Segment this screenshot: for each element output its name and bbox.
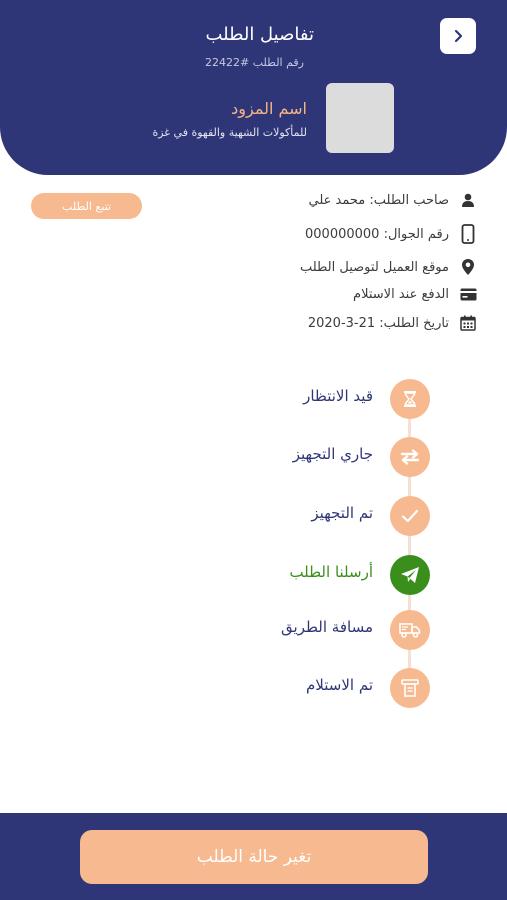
mobile-phone-icon	[459, 224, 477, 244]
order-owner-row: صاحب الطلب: محمد علي	[309, 191, 477, 209]
order-date: تاريخ الطلب: 21-3-2020	[307, 315, 449, 331]
provider-name: اسم المزود	[231, 99, 307, 118]
back-button[interactable]	[440, 18, 476, 54]
step-label: أرسلنا الطلب	[289, 563, 373, 581]
provider-description: للمأكولات الشهية والقهوة في غزة	[152, 126, 307, 139]
step-label: مسافة الطريق	[281, 618, 373, 636]
hourglass-icon	[404, 391, 416, 407]
receipt-icon	[401, 679, 419, 697]
track-order-button[interactable]: تتبع الطلب	[31, 193, 142, 219]
location-row: موقع العميل لتوصيل الطلب	[300, 258, 477, 276]
order-owner: صاحب الطلب: محمد علي	[308, 192, 449, 208]
change-status-button[interactable]: تغير حالة الطلب	[80, 830, 428, 884]
delivery-truck-icon	[399, 623, 421, 638]
timeline-step-prepared: تم التجهيز	[0, 496, 507, 536]
delivery-location: موقع العميل لتوصيل الطلب	[299, 259, 449, 275]
map-marker-icon	[459, 258, 477, 276]
page-title: تفاصيل الطلب	[205, 24, 314, 45]
timeline-step-waiting: قيد الانتظار	[0, 379, 507, 419]
exchange-icon	[400, 449, 420, 465]
timeline-step-received: تم الاستلام	[0, 668, 507, 708]
credit-card-icon	[459, 285, 477, 303]
phone-row: رقم الجوال: 000000000	[305, 224, 477, 244]
timeline-step-on-the-way: مسافة الطريق	[0, 610, 507, 650]
payment-row: الدفع عند الاستلام	[353, 285, 477, 303]
order-date-row: تاريخ الطلب: 21-3-2020	[308, 314, 477, 332]
step-label: تم الاستلام	[306, 676, 373, 694]
timeline-step-preparing: جاري التجهيز	[0, 437, 507, 477]
calendar-icon	[459, 314, 477, 332]
provider-image	[326, 83, 394, 153]
check-icon	[401, 509, 419, 523]
phone-number: رقم الجوال: 000000000	[305, 226, 449, 242]
user-icon	[459, 191, 477, 209]
order-header: تفاصيل الطلب رقم الطلب #22422 اسم المزود…	[0, 0, 507, 175]
paper-plane-icon	[401, 567, 419, 583]
payment-method: الدفع عند الاستلام	[353, 286, 449, 302]
order-number: رقم الطلب #22422	[205, 56, 304, 69]
timeline-step-sent: أرسلنا الطلب	[0, 555, 507, 595]
chevron-right-icon	[454, 29, 463, 43]
step-label: قيد الانتظار	[303, 387, 373, 405]
step-label: جاري التجهيز	[292, 445, 373, 463]
step-label: تم التجهيز	[311, 504, 373, 522]
